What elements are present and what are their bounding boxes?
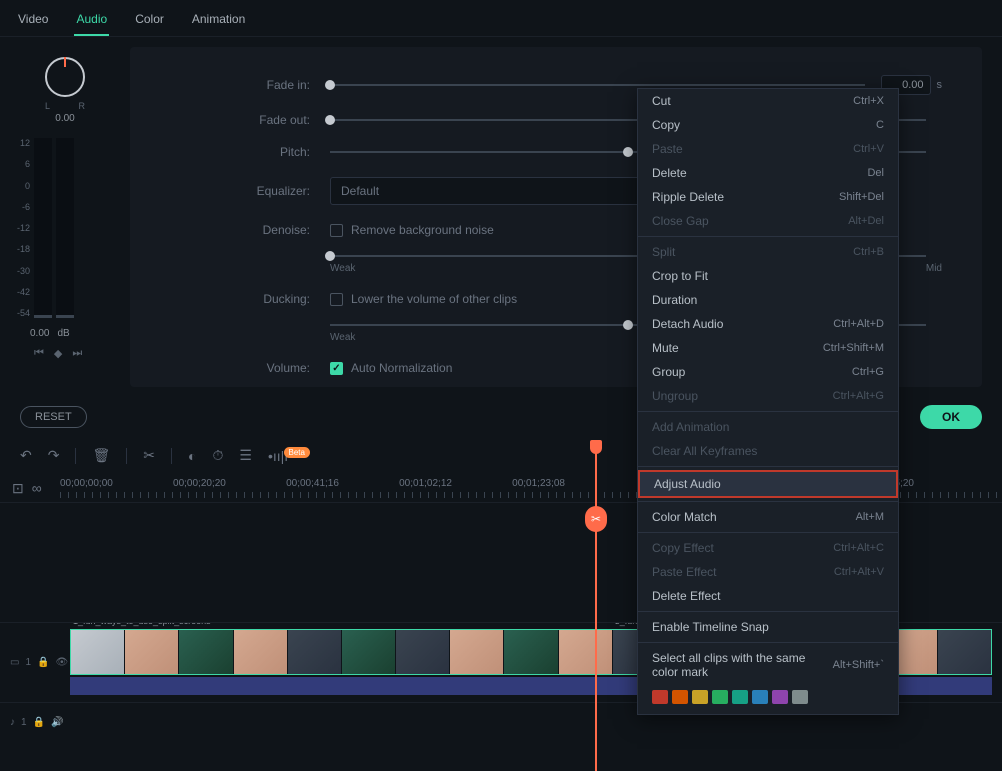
tab-audio[interactable]: Audio [74, 8, 109, 36]
meter-bar-right [56, 138, 74, 318]
playhead-head-icon[interactable] [590, 440, 602, 454]
meter-ticks: 1260 -6-12-18 -30-42-54 [10, 138, 34, 318]
beta-badge: Beta [284, 447, 310, 458]
menu-item-ungroup: UngroupCtrl+Alt+G [638, 384, 898, 408]
equalizer-label: Equalizer: [130, 184, 330, 198]
ruler-tick: 00;01;23;08 [512, 478, 565, 489]
fadein-label: Fade in: [130, 78, 330, 92]
ducking-label: Ducking: [130, 292, 330, 306]
menu-item-add-animation: Add Animation [638, 415, 898, 439]
tab-video[interactable]: Video [16, 8, 50, 36]
color-swatch[interactable] [672, 690, 688, 704]
menu-item-color-match[interactable]: Color MatchAlt+M [638, 505, 898, 529]
context-menu: CutCtrl+XCopyCPasteCtrl+VDeleteDelRipple… [637, 88, 899, 715]
clip-label: 1_fun_ways_to_use_split_screens [73, 623, 211, 626]
denoise-checkbox[interactable] [330, 224, 343, 237]
pitch-label: Pitch: [130, 145, 330, 159]
delete-icon[interactable]: 🗑 [92, 447, 110, 464]
menu-item-group[interactable]: GroupCtrl+G [638, 360, 898, 384]
denoise-check-label: Remove background noise [351, 223, 494, 237]
undo-icon[interactable]: ↶ [20, 447, 32, 464]
speed-icon[interactable]: ⏱ [212, 447, 223, 464]
menu-item-duration[interactable]: Duration [638, 288, 898, 312]
menu-item-paste: PasteCtrl+V [638, 137, 898, 161]
menu-item-detach-audio[interactable]: Detach AudioCtrl+Alt+D [638, 312, 898, 336]
tab-animation[interactable]: Animation [190, 8, 247, 36]
video-track-icon: ▭ [10, 657, 19, 668]
color-swatch[interactable] [652, 690, 668, 704]
menu-item-delete-effect[interactable]: Delete Effect [638, 584, 898, 608]
ruler-tick: 00;00;00;00 [60, 478, 113, 489]
split-icon[interactable]: ✂ [143, 447, 155, 464]
ducking-check-label: Lower the volume of other clips [351, 292, 517, 306]
playhead-split-icon[interactable]: ✂ [585, 506, 607, 532]
redo-icon[interactable]: ↷ [48, 447, 60, 464]
color-swatch[interactable] [732, 690, 748, 704]
color-swatch[interactable] [792, 690, 808, 704]
menu-item-delete[interactable]: DeleteDel [638, 161, 898, 185]
menu-item-adjust-audio[interactable]: Adjust Audio [638, 470, 898, 498]
fadein-slider[interactable] [330, 84, 865, 86]
skip-back-icon[interactable]: ⏮ [34, 347, 44, 360]
meter-db-unit: dB [57, 328, 69, 339]
lock-icon[interactable]: 🔒 [37, 657, 49, 668]
ruler-tick: 00;00;41;16 [286, 478, 339, 489]
marker-icon[interactable]: ⊡ [12, 480, 24, 497]
color-swatch[interactable] [712, 690, 728, 704]
ruler-tick: 00;01;02;12 [399, 478, 452, 489]
audio-meter-panel: L R 0.00 1260 -6-12-18 -30-42-54 0.00 dB… [0, 37, 130, 397]
denoise-label: Denoise: [130, 223, 330, 237]
fadeout-label: Fade out: [130, 113, 330, 127]
ok-button[interactable]: OK [920, 405, 982, 429]
menu-item-copy[interactable]: CopyC [638, 113, 898, 137]
ruler-tick: 00;00;20;20 [173, 478, 226, 489]
meter-bar-left [34, 138, 52, 318]
volume-label: Volume: [130, 361, 330, 375]
fadein-unit: s [937, 79, 943, 91]
dial-right: R [79, 101, 86, 111]
menu-item-enable-timeline-snap[interactable]: Enable Timeline Snap [638, 615, 898, 639]
menu-item-crop-to-fit[interactable]: Crop to Fit [638, 264, 898, 288]
equalizer-select[interactable]: Default [330, 177, 670, 205]
volume-checkbox[interactable] [330, 362, 343, 375]
lock-icon[interactable]: 🔒 [33, 717, 45, 728]
playhead[interactable]: ✂ [595, 446, 597, 771]
audio-track-num: 1 [21, 717, 27, 728]
menu-item-select-all-clips-with-the-same-color-mark[interactable]: Select all clips with the same color mar… [638, 646, 898, 684]
color-swatch[interactable] [692, 690, 708, 704]
audio-track-icon: ♪ [10, 717, 15, 728]
color-swatch[interactable] [752, 690, 768, 704]
reset-button[interactable]: RESET [20, 406, 87, 428]
menu-item-copy-effect: Copy EffectCtrl+Alt+C [638, 536, 898, 560]
menu-item-split: SplitCtrl+B [638, 240, 898, 264]
dial-left: L [45, 101, 50, 111]
tab-color[interactable]: Color [133, 8, 166, 36]
pan-dial[interactable] [45, 57, 85, 97]
crop-icon[interactable]: ◐ [188, 448, 196, 464]
meter-db-value: 0.00 [30, 328, 49, 339]
menu-item-ripple-delete[interactable]: Ripple DeleteShift+Del [638, 185, 898, 209]
clip-label: 3_fun [615, 623, 638, 626]
volume-check-label: Auto Normalization [351, 361, 452, 375]
menu-item-mute[interactable]: MuteCtrl+Shift+M [638, 336, 898, 360]
loop-icon[interactable]: ◆ [54, 347, 62, 360]
video-track-num: 1 [25, 657, 31, 668]
menu-item-paste-effect: Paste EffectCtrl+Alt+V [638, 560, 898, 584]
ducking-checkbox[interactable] [330, 293, 343, 306]
filter-icon[interactable]: ☰ [239, 447, 252, 464]
menu-item-cut[interactable]: CutCtrl+X [638, 89, 898, 113]
menu-item-close-gap: Close GapAlt+Del [638, 209, 898, 233]
skip-forward-icon[interactable]: ⏭ [72, 347, 82, 360]
link-icon[interactable]: ∞ [32, 480, 42, 497]
dial-value: 0.00 [10, 113, 120, 124]
color-swatch[interactable] [772, 690, 788, 704]
menu-item-clear-all-keyframes: Clear All Keyframes [638, 439, 898, 463]
